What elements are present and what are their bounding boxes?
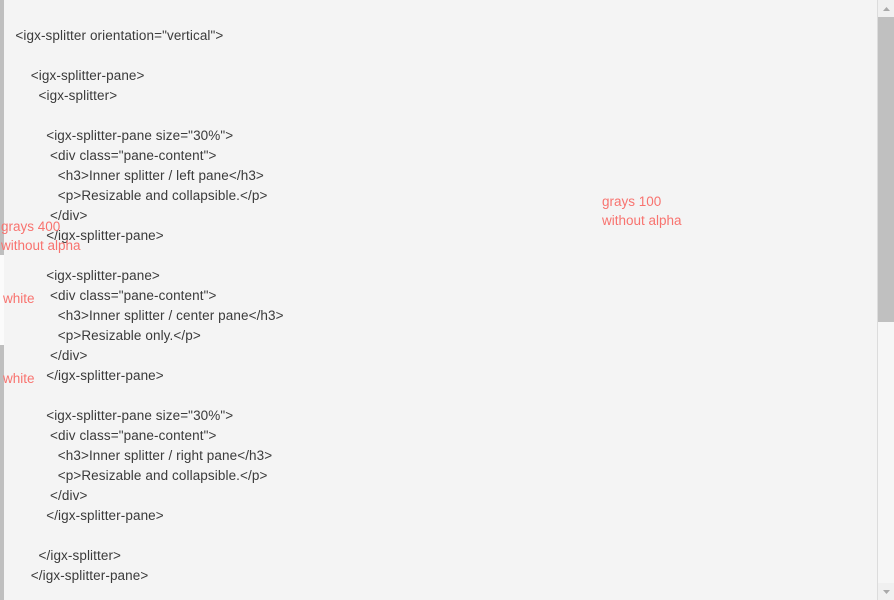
code-line: <igx-splitter-pane> xyxy=(0,268,160,283)
annotation-grays-100: grays 100 without alpha xyxy=(602,194,682,228)
code-line: <igx-splitter-pane size="30%"> xyxy=(0,128,234,143)
code-snippet: <igx-splitter orientation="vertical"> <i… xyxy=(0,26,600,586)
code-line: </div> xyxy=(0,208,88,223)
code-line: </igx-splitter> xyxy=(0,548,122,563)
page-root: <igx-splitter orientation="vertical"> <i… xyxy=(0,0,894,600)
scroll-down-button[interactable] xyxy=(878,583,894,600)
scrollbar-thumb[interactable] xyxy=(878,17,894,322)
code-line: <p>Resizable and collapsible.</p> xyxy=(0,188,268,203)
code-line: <div class="pane-content"> xyxy=(0,148,217,163)
scroll-up-button[interactable] xyxy=(878,0,894,17)
code-line: <p>Resizable and collapsible.</p> xyxy=(0,468,268,483)
code-line: </igx-splitter-pane> xyxy=(0,228,164,243)
code-line: <igx-splitter-pane size="30%"> xyxy=(0,408,234,423)
code-line: </igx-splitter-pane> xyxy=(0,568,149,583)
code-line: <p>Resizable only.</p> xyxy=(0,328,201,343)
scrollbar-track[interactable] xyxy=(878,17,894,583)
annotation-white-upper: white xyxy=(3,291,35,306)
code-line: <igx-splitter orientation="vertical"> xyxy=(0,28,224,43)
code-line: </igx-splitter-pane> xyxy=(0,368,164,383)
chevron-up-icon xyxy=(882,6,891,12)
chevron-down-icon xyxy=(882,589,891,595)
code-line: <h3>Inner splitter / right pane</h3> xyxy=(0,448,273,463)
code-viewport: <igx-splitter orientation="vertical"> <i… xyxy=(0,0,877,600)
annotation-white-lower: white xyxy=(3,371,35,386)
code-line: <div class="pane-content"> xyxy=(0,428,217,443)
code-line: <h3>Inner splitter / left pane</h3> xyxy=(0,168,264,183)
code-line: <igx-splitter-pane> xyxy=(0,68,145,83)
code-line: <h3>Inner splitter / center pane</h3> xyxy=(0,308,284,323)
code-line: </igx-splitter-pane> xyxy=(0,508,164,523)
code-line: </div> xyxy=(0,488,88,503)
code-line: </div> xyxy=(0,348,88,363)
annotation-grays-400: grays 400 without alpha xyxy=(1,219,81,253)
code-line: <div class="pane-content"> xyxy=(0,288,217,303)
vertical-scrollbar[interactable] xyxy=(877,0,894,600)
code-line: <igx-splitter> xyxy=(0,88,118,103)
